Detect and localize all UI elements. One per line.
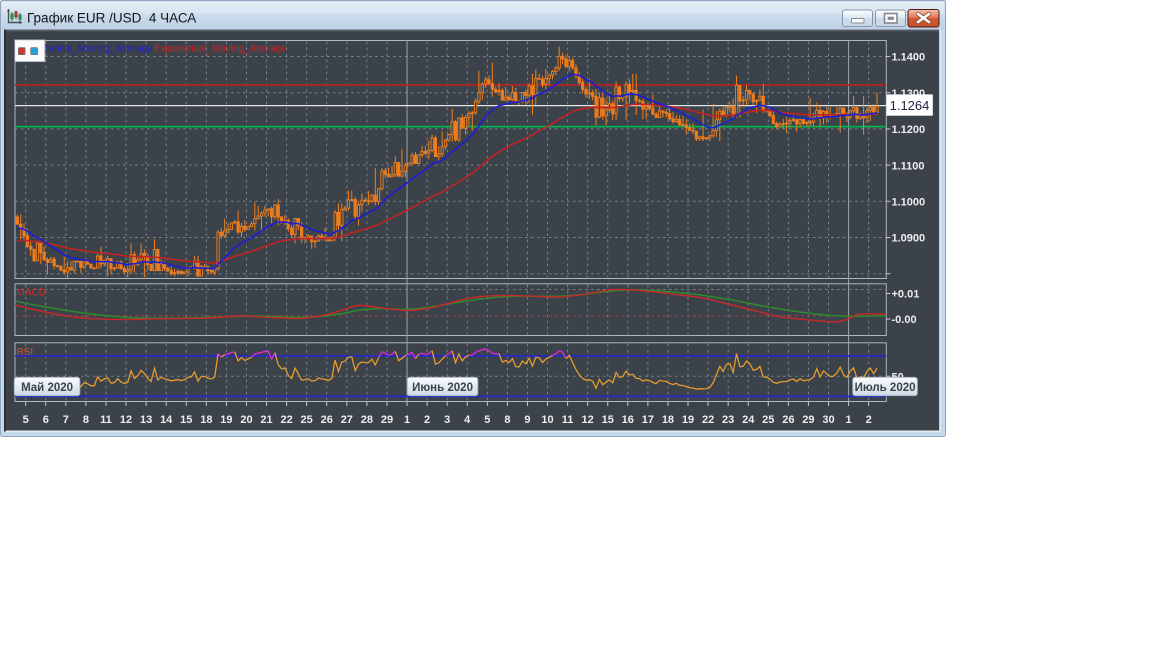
svg-text:4: 4 bbox=[464, 414, 471, 426]
svg-text:5: 5 bbox=[23, 414, 29, 426]
svg-text:13: 13 bbox=[140, 414, 152, 426]
svg-text:18: 18 bbox=[200, 414, 212, 426]
svg-text:1.1100: 1.1100 bbox=[892, 160, 925, 172]
svg-text:29: 29 bbox=[381, 414, 393, 426]
svg-text:11: 11 bbox=[100, 414, 112, 426]
svg-text:19: 19 bbox=[220, 414, 232, 426]
svg-text:Exponential_Moving_Average: Exponential_Moving_Average bbox=[154, 44, 287, 55]
svg-text:6: 6 bbox=[43, 414, 49, 426]
svg-text:RSI: RSI bbox=[17, 347, 34, 358]
svg-text:15: 15 bbox=[602, 414, 614, 426]
svg-text:25: 25 bbox=[762, 414, 774, 426]
svg-text:9: 9 bbox=[524, 414, 530, 426]
svg-text:30: 30 bbox=[822, 414, 834, 426]
svg-text:2: 2 bbox=[866, 414, 872, 426]
svg-text:21: 21 bbox=[260, 414, 272, 426]
svg-text:5: 5 bbox=[484, 414, 490, 426]
svg-text:10: 10 bbox=[541, 414, 553, 426]
svg-text:1.1264: 1.1264 bbox=[890, 98, 930, 113]
svg-text:26: 26 bbox=[782, 414, 794, 426]
svg-text:8: 8 bbox=[83, 414, 89, 426]
svg-text:11: 11 bbox=[562, 414, 574, 426]
svg-text:Июль 2020: Июль 2020 bbox=[855, 382, 916, 394]
svg-text:23: 23 bbox=[722, 414, 734, 426]
svg-text:15: 15 bbox=[180, 414, 192, 426]
svg-text:1.1400: 1.1400 bbox=[892, 52, 926, 64]
svg-text:14: 14 bbox=[160, 414, 173, 426]
svg-text:+0.01: +0.01 bbox=[892, 289, 920, 301]
svg-text:29: 29 bbox=[802, 414, 814, 426]
svg-text:16: 16 bbox=[622, 414, 634, 426]
svg-text:20: 20 bbox=[240, 414, 252, 426]
svg-text:26: 26 bbox=[321, 414, 333, 426]
svg-text:1: 1 bbox=[404, 414, 410, 426]
svg-text:18: 18 bbox=[662, 414, 674, 426]
svg-text:19: 19 bbox=[682, 414, 694, 426]
svg-text:1.1000: 1.1000 bbox=[892, 197, 926, 209]
svg-text:12: 12 bbox=[120, 414, 132, 426]
svg-text:27: 27 bbox=[341, 414, 353, 426]
svg-text:17: 17 bbox=[642, 414, 654, 426]
svg-text:25: 25 bbox=[301, 414, 313, 426]
svg-text:Май 2020: Май 2020 bbox=[21, 382, 73, 394]
svg-text:-0.00: -0.00 bbox=[892, 314, 917, 326]
svg-text:1.1200: 1.1200 bbox=[892, 124, 926, 136]
svg-text:MACD: MACD bbox=[17, 288, 46, 299]
svg-text:22: 22 bbox=[280, 414, 292, 426]
svg-text:Июнь 2020: Июнь 2020 bbox=[412, 382, 473, 394]
svg-text:2: 2 bbox=[424, 414, 430, 426]
svg-text:24: 24 bbox=[742, 414, 755, 426]
svg-text:22: 22 bbox=[702, 414, 714, 426]
svg-text:1.0900: 1.0900 bbox=[892, 233, 926, 245]
svg-text:28: 28 bbox=[361, 414, 373, 426]
svg-text:1: 1 bbox=[846, 414, 852, 426]
svg-text:7: 7 bbox=[63, 414, 69, 426]
svg-text:8: 8 bbox=[504, 414, 510, 426]
svg-text:3: 3 bbox=[444, 414, 450, 426]
svg-text:График EUR /USD 4 ЧАСА: График EUR /USD 4 ЧАСА bbox=[27, 11, 196, 26]
svg-text:12: 12 bbox=[582, 414, 594, 426]
